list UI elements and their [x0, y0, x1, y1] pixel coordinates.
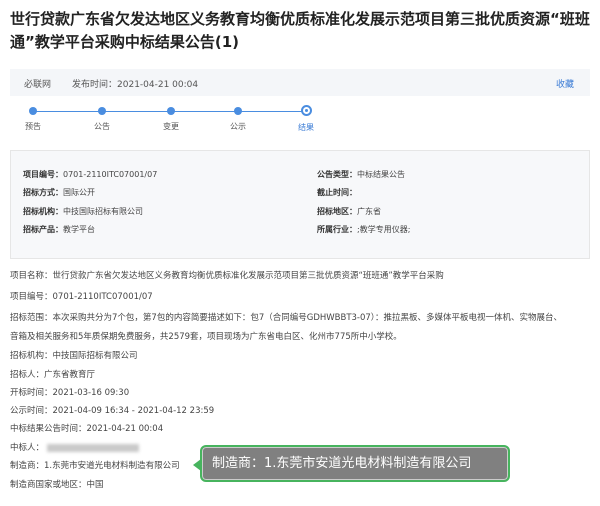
notice-type-value: 中标结果公告 — [357, 170, 405, 179]
project-no-label: 项目编号： — [23, 170, 63, 179]
meta-bar: 必联网 发布时间：2021-04-21 00:04 收藏 — [10, 69, 590, 96]
publish-time-label: 发布时间： — [72, 80, 118, 90]
step-dot — [29, 107, 37, 115]
manufacturer-callout: 制造商：1.东莞市安道光电材料制造有限公司 — [193, 445, 510, 482]
winner-label: 中标人： — [10, 443, 45, 453]
notice-type-label: 公告类型： — [317, 170, 357, 179]
step-label: 结果 — [298, 123, 314, 132]
body-line-publicity: 公示时间：2021-04-09 16:34 - 2021-04-12 23:59 — [10, 406, 215, 416]
deadline-label: 截止时间： — [317, 188, 357, 197]
product-value: 教学平台 — [63, 225, 95, 234]
step-label: 预告 — [25, 122, 41, 131]
info-table: 项目编号：0701-2110ITC07001/07 公告类型：中标结果公告 招标… — [10, 150, 590, 259]
method-value: 国际公开 — [63, 188, 95, 197]
favorite-link[interactable]: 收藏 — [556, 77, 574, 90]
industry-label: 所属行业： — [317, 225, 357, 234]
body-line-scope: 招标范围：本次采购共分为7个包，第7包的内容简要描述如下：包7（合同编号GDHW… — [10, 313, 563, 323]
step-publicity[interactable]: 公示 — [218, 105, 258, 132]
body-line-agency: 招标机构：中技国际招标有限公司 — [10, 351, 138, 361]
body-line-scope-cont: 音箱及相关服务和5年质保期免费服务，共2579套，项目现场为广东省电白区、化州市… — [10, 332, 402, 342]
info-row: 招标机构：中技国际招标有限公司 招标地区：广东省 — [23, 206, 579, 218]
info-row: 招标方式：国际公开 截止时间： — [23, 187, 579, 199]
agency-value: 中技国际招标有限公司 — [63, 207, 143, 216]
step-dot-current — [300, 105, 312, 116]
product-label: 招标产品： — [23, 225, 63, 234]
publish-time-value: 2021-04-21 00:04 — [117, 80, 199, 90]
body-line-opening: 开标时间：2021-03-16 09:30 — [10, 388, 130, 398]
body-line-country: 制造商国家或地区：中国 — [10, 480, 104, 490]
progress-steps: 预告 公告 变更 公示 结果 — [10, 100, 330, 140]
region-label: 招标地区： — [317, 207, 357, 216]
info-row: 招标产品：教学平台 所属行业：;教学专用仪器; — [23, 224, 579, 236]
step-preview[interactable]: 预告 — [13, 105, 53, 132]
step-notice[interactable]: 公告 — [82, 105, 122, 132]
body-line-result-time: 中标结果公告时间：2021-04-21 00:04 — [10, 424, 164, 434]
info-row: 项目编号：0701-2110ITC07001/07 公告类型：中标结果公告 — [23, 169, 579, 181]
industry-value: ;教学专用仪器; — [357, 225, 411, 234]
step-dot — [98, 107, 106, 115]
source-label: 必联网 — [24, 80, 52, 90]
body-line-tenderer: 招标人：广东省教育厅 — [10, 370, 96, 380]
step-result[interactable]: 结果 — [286, 105, 326, 133]
step-change[interactable]: 变更 — [151, 105, 191, 132]
step-label: 公告 — [94, 122, 110, 131]
step-dot — [234, 107, 242, 115]
method-label: 招标方式： — [23, 188, 63, 197]
redacted-winner — [47, 443, 140, 452]
page-title: 世行贷款广东省欠发达地区义务教育均衡优质标准化发展示范项目第三批优质资源“班班通… — [10, 10, 590, 51]
body-line-project-no: 项目编号：0701-2110ITC07001/07 — [10, 292, 153, 302]
body-line-winner: 中标人： — [10, 441, 140, 453]
region-value: 广东省 — [357, 207, 381, 216]
step-label: 公示 — [230, 122, 246, 131]
body-line-project-name: 项目名称：世行贷款广东省欠发达地区义务教育均衡优质标准化发展示范项目第三批优质资… — [10, 271, 444, 281]
step-label: 变更 — [163, 122, 179, 131]
agency-label: 招标机构： — [23, 207, 63, 216]
publish-time: 发布时间：2021-04-21 00:04 — [72, 77, 198, 90]
project-no-value: 0701-2110ITC07001/07 — [63, 170, 158, 179]
step-dot — [167, 107, 175, 115]
body-line-manufacturer: 制造商：1.东莞市安道光电材料制造有限公司 — [10, 461, 180, 471]
